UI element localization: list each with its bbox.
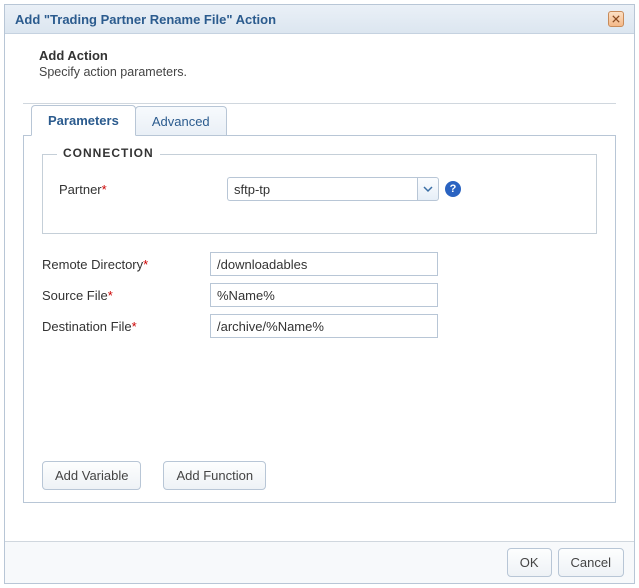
connection-fieldset: CONNECTION Partner* [42,154,597,234]
header-title: Add Action [39,48,616,63]
help-icon[interactable]: ? [445,181,461,197]
tab-panel: CONNECTION Partner* [23,135,616,503]
required-marker: * [102,182,107,197]
partner-row: Partner* ? [59,177,580,201]
tab-advanced[interactable]: Advanced [135,106,227,136]
partner-label: Partner* [59,182,227,197]
required-marker: * [132,319,137,334]
dialog-title: Add "Trading Partner Rename File" Action [15,12,276,27]
dest-file-label-text: Destination File [42,319,132,334]
dialog-body: Add Action Specify action parameters. Pa… [5,34,634,541]
partner-dropdown-button[interactable] [417,177,439,201]
remote-dir-label: Remote Directory* [42,257,210,272]
header-subtitle: Specify action parameters. [39,65,616,79]
dialog-footer: OK Cancel [5,541,634,583]
close-icon [612,15,620,23]
remote-dir-row: Remote Directory* [42,252,597,276]
close-button[interactable] [608,11,624,27]
partner-input[interactable] [227,177,417,201]
remote-dir-input[interactable] [210,252,438,276]
partner-combo[interactable] [227,177,439,201]
remote-dir-label-text: Remote Directory [42,257,143,272]
ok-button[interactable]: OK [507,548,552,577]
connection-legend: CONNECTION [57,146,160,160]
source-file-row: Source File* [42,283,597,307]
required-marker: * [143,257,148,272]
source-file-input[interactable] [210,283,438,307]
partner-label-text: Partner [59,182,102,197]
add-variable-button[interactable]: Add Variable [42,461,141,490]
dest-file-label: Destination File* [42,319,210,334]
dialog: Add "Trading Partner Rename File" Action… [4,4,635,584]
source-file-label: Source File* [42,288,210,303]
title-bar: Add "Trading Partner Rename File" Action [5,5,634,34]
dest-file-row: Destination File* [42,314,597,338]
tab-container: Parameters Advanced CONNECTION Partner* [23,104,616,503]
tab-parameters[interactable]: Parameters [31,105,136,136]
cancel-button[interactable]: Cancel [558,548,624,577]
source-file-label-text: Source File [42,288,108,303]
dest-file-input[interactable] [210,314,438,338]
required-marker: * [108,288,113,303]
panel-button-bar: Add Variable Add Function [42,461,266,490]
chevron-down-icon [423,184,433,194]
tab-strip: Parameters Advanced [31,105,616,136]
header-block: Add Action Specify action parameters. [39,48,616,79]
add-function-button[interactable]: Add Function [163,461,266,490]
